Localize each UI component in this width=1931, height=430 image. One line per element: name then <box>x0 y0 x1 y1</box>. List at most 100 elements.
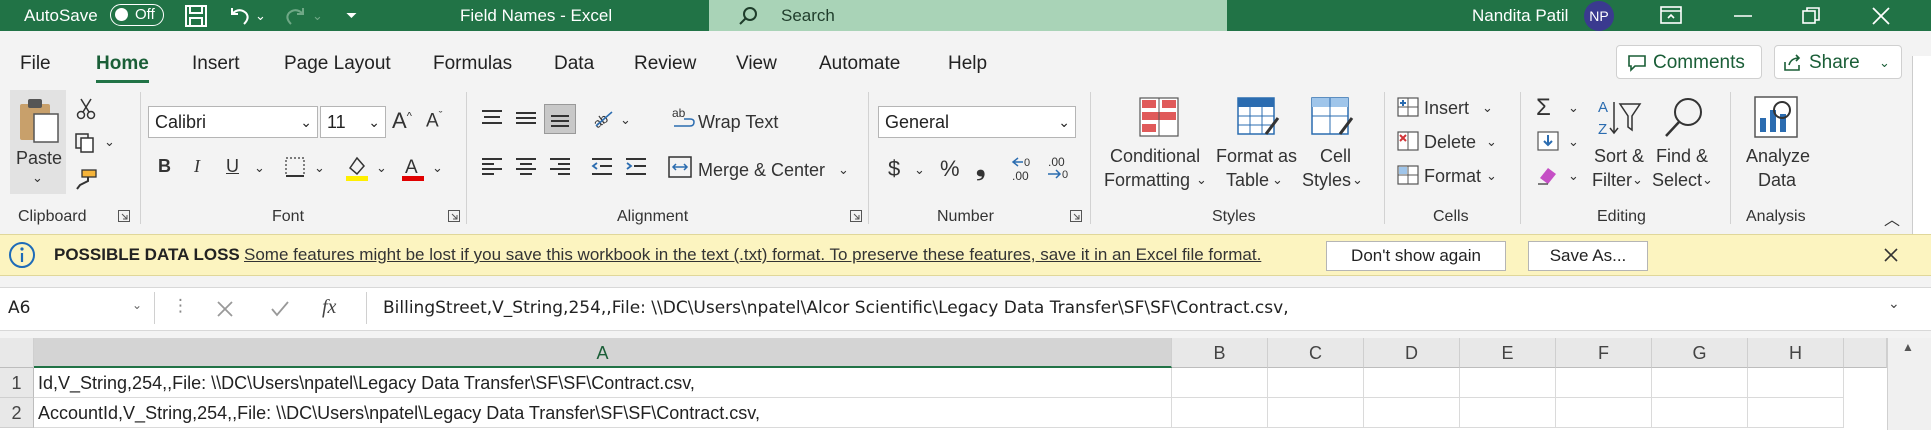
paste-dropdown-icon[interactable]: ⌄ <box>32 170 43 186</box>
insert-dropdown-icon[interactable]: ⌄ <box>1482 100 1493 116</box>
increase-indent-icon[interactable] <box>624 156 648 178</box>
font-size-combo[interactable]: 11 ⌄ <box>320 106 386 138</box>
tab-insert[interactable]: Insert <box>192 53 240 75</box>
format-painter-icon[interactable] <box>74 168 98 190</box>
cell-d2[interactable] <box>1364 398 1460 428</box>
conditional-dropdown-icon[interactable]: ⌄ <box>1196 172 1207 188</box>
underline-dropdown-icon[interactable]: ⌄ <box>254 160 265 176</box>
format-table-label-2[interactable]: Table <box>1226 170 1269 191</box>
minimize-icon[interactable] <box>1734 14 1752 18</box>
orientation-icon[interactable]: ab <box>590 106 616 130</box>
copy-icon[interactable] <box>74 132 96 154</box>
row-header-1[interactable]: 1 <box>0 368 34 398</box>
name-box[interactable]: A6 ⌄ <box>0 292 155 324</box>
number-format-combo[interactable]: General ⌄ <box>878 106 1076 138</box>
currency-button[interactable]: $ <box>888 156 900 182</box>
share-button[interactable]: Share ⌄ <box>1774 45 1902 79</box>
cell-d1[interactable] <box>1364 368 1460 398</box>
find-select-label-2[interactable]: Select <box>1652 170 1702 191</box>
find-select-icon[interactable] <box>1662 96 1706 140</box>
paste-button[interactable]: Paste ⌄ <box>10 90 66 194</box>
fill-color-dropdown-icon[interactable]: ⌄ <box>376 160 387 176</box>
close-banner-icon[interactable] <box>1884 248 1898 262</box>
format-dropdown-icon[interactable]: ⌄ <box>1486 168 1497 184</box>
column-header-h[interactable]: H <box>1748 338 1844 368</box>
fill-dropdown-icon[interactable]: ⌄ <box>1568 134 1579 150</box>
decrease-decimal-icon[interactable]: .000 <box>1044 154 1072 182</box>
align-left-icon[interactable] <box>480 156 504 178</box>
cell-e1[interactable] <box>1460 368 1556 398</box>
cell-a2[interactable]: AccountId,V_String,254,,File: \\DC\Users… <box>34 398 1172 428</box>
tab-help[interactable]: Help <box>948 53 987 75</box>
column-header-c[interactable]: C <box>1268 338 1364 368</box>
clear-icon[interactable] <box>1536 164 1560 186</box>
merge-dropdown-icon[interactable]: ⌄ <box>838 162 849 178</box>
ribbon-display-icon[interactable] <box>1660 6 1682 24</box>
merge-center-icon[interactable] <box>668 156 692 178</box>
cell-e2[interactable] <box>1460 398 1556 428</box>
tab-file[interactable]: File <box>20 53 51 75</box>
format-cells-icon[interactable] <box>1396 164 1420 186</box>
cell-h1[interactable] <box>1748 368 1844 398</box>
tab-page-layout[interactable]: Page Layout <box>284 53 391 75</box>
cell-b2[interactable] <box>1172 398 1268 428</box>
undo-icon[interactable] <box>226 4 252 28</box>
tab-formulas[interactable]: Formulas <box>433 53 512 75</box>
cell-g2[interactable] <box>1652 398 1748 428</box>
expand-formula-icon[interactable]: ⌄ <box>1888 296 1900 312</box>
dont-show-again-button[interactable]: Don't show again <box>1326 241 1506 271</box>
cell-g1[interactable] <box>1652 368 1748 398</box>
insert-cells-icon[interactable] <box>1396 96 1420 118</box>
decrease-indent-icon[interactable] <box>590 156 614 178</box>
find-select-label-1[interactable]: Find & <box>1656 146 1708 167</box>
tab-data[interactable]: Data <box>554 53 594 75</box>
underline-button[interactable]: U <box>226 156 239 177</box>
row-header-2[interactable]: 2 <box>0 398 34 428</box>
insert-cells-label[interactable]: Insert <box>1424 98 1469 119</box>
enter-icon[interactable] <box>270 300 290 318</box>
bold-button[interactable]: B <box>158 156 171 177</box>
tab-home[interactable]: Home <box>96 53 149 83</box>
sort-filter-label-1[interactable]: Sort & <box>1594 146 1644 167</box>
cell-styles-label-1[interactable]: Cell <box>1320 146 1351 167</box>
name-box-dropdown-icon[interactable]: ⌄ <box>132 298 142 312</box>
undo-dropdown-icon[interactable]: ⌄ <box>255 0 266 31</box>
cell-h2[interactable] <box>1748 398 1844 428</box>
save-as-button[interactable]: Save As... <box>1528 241 1648 271</box>
format-cells-label[interactable]: Format <box>1424 166 1481 187</box>
column-header-d[interactable]: D <box>1364 338 1460 368</box>
delete-cells-icon[interactable] <box>1396 130 1420 152</box>
currency-dropdown-icon[interactable]: ⌄ <box>914 162 925 178</box>
format-table-label-1[interactable]: Format as <box>1216 146 1297 167</box>
align-middle-icon[interactable] <box>514 108 538 128</box>
font-color-dropdown-icon[interactable]: ⌄ <box>432 160 443 176</box>
conditional-formatting-label-1[interactable]: Conditional <box>1110 146 1200 167</box>
conditional-formatting-label-2[interactable]: Formatting <box>1104 170 1190 191</box>
format-table-dropdown-icon[interactable]: ⌄ <box>1272 172 1283 188</box>
delete-dropdown-icon[interactable]: ⌄ <box>1486 134 1497 150</box>
column-header-e[interactable]: E <box>1460 338 1556 368</box>
cancel-icon[interactable] <box>216 300 234 318</box>
formula-input[interactable]: BillingStreet,V_String,254,,File: \\DC\U… <box>366 292 1897 324</box>
clipboard-launcher-icon[interactable] <box>118 210 130 222</box>
comma-button[interactable]: ❟ <box>976 154 985 182</box>
wrap-text-icon[interactable]: ab <box>672 106 696 132</box>
clear-dropdown-icon[interactable]: ⌄ <box>1568 168 1579 184</box>
cell-a1[interactable]: Id,V_String,254,,File: \\DC\Users\npatel… <box>34 368 1172 398</box>
tab-view[interactable]: View <box>736 53 777 75</box>
avatar[interactable]: NP <box>1584 1 1614 31</box>
banner-message-link[interactable]: Some features might be lost if you save … <box>244 245 1261 265</box>
side-pane-tab[interactable] <box>1912 56 1931 240</box>
alignment-launcher-icon[interactable] <box>850 210 862 222</box>
analyze-data-label-2[interactable]: Data <box>1758 170 1796 191</box>
font-color-icon[interactable]: A <box>400 154 426 182</box>
cell-f2[interactable] <box>1556 398 1652 428</box>
cell-c2[interactable] <box>1268 398 1364 428</box>
autosave-toggle[interactable]: Off <box>110 4 164 26</box>
percent-button[interactable]: % <box>940 156 960 182</box>
cell-c1[interactable] <box>1268 368 1364 398</box>
cell-f1[interactable] <box>1556 368 1652 398</box>
fill-icon[interactable] <box>1536 130 1560 152</box>
close-icon[interactable] <box>1872 7 1890 25</box>
analyze-data-icon[interactable] <box>1752 94 1800 140</box>
